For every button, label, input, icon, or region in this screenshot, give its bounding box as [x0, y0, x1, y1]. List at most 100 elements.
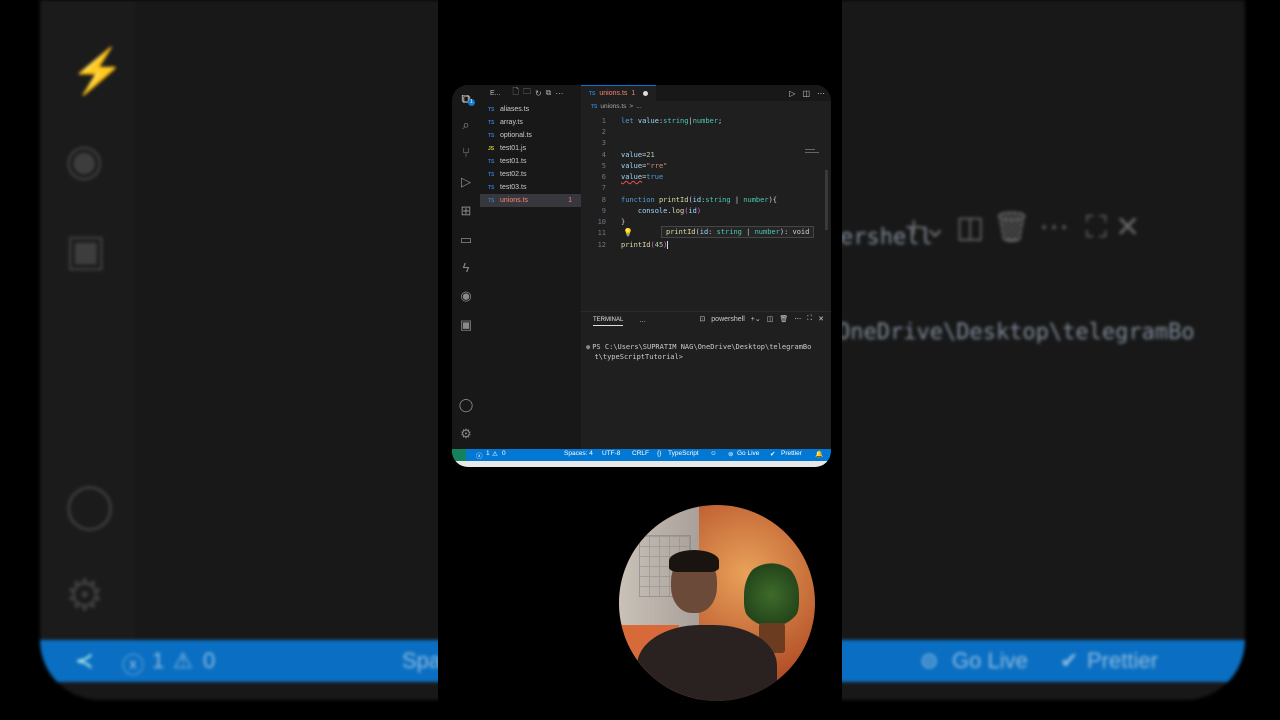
bg-errors: 1: [152, 648, 165, 673]
more-icon[interactable]: ⋯: [817, 89, 825, 98]
ts-file-icon: TS: [591, 103, 598, 110]
file-item[interactable]: TS array.ts: [480, 116, 581, 129]
panel-more-tabs[interactable]: ...: [639, 315, 646, 324]
tab-unions-ts[interactable]: TS unions.ts 1: [581, 85, 657, 102]
breadcrumb-file[interactable]: unions.ts: [600, 103, 626, 110]
ts-file-icon: TS: [589, 90, 596, 97]
run-icon[interactable]: ▷: [789, 89, 795, 98]
language-mode[interactable]: TypeScript: [668, 450, 699, 457]
ts-file-icon: TS: [488, 197, 495, 204]
warning-icon[interactable]: ⚠: [492, 450, 498, 458]
tab-bar: TS unions.ts 1 ▷ ◫ ⋯: [581, 85, 831, 102]
remote-explorer-icon[interactable]: ▭: [458, 232, 474, 248]
file-item[interactable]: TS aliases.ts: [480, 103, 581, 116]
extensions-icon[interactable]: ⊞: [458, 203, 474, 219]
tab-terminal[interactable]: TERMINAL: [593, 317, 624, 326]
file-name: test01.js: [500, 145, 527, 152]
js-file-icon: JS: [488, 145, 495, 152]
minimap[interactable]: [805, 149, 821, 157]
code-line-2: 2: [601, 128, 606, 136]
code-line-6: 6 value=true: [601, 173, 664, 181]
terminal-output[interactable]: ● PS C:\Users\SUPRATIM NAG\OneDrive\Deskt…: [581, 342, 831, 362]
webcam-plant: [744, 560, 799, 630]
source-control-icon[interactable]: ⑂: [458, 145, 474, 161]
terminal-shell-label[interactable]: powershell: [711, 316, 744, 323]
new-terminal-icon[interactable]: +⌄: [751, 315, 761, 323]
terminal-prompt-dot-icon: ●: [586, 343, 591, 351]
bg-check-icon: ✔: [1060, 648, 1079, 673]
file-item[interactable]: TS optional.ts: [480, 129, 581, 142]
bg-lightning-icon: ⚡: [70, 47, 125, 96]
search-icon[interactable]: ⌕: [458, 117, 474, 133]
thunder-client-icon[interactable]: ϟ: [458, 260, 474, 276]
editor-actions: ▷ ◫ ⋯: [789, 89, 825, 98]
webcam-person-body: [637, 625, 777, 701]
editor-scrollbar[interactable]: [825, 170, 828, 230]
file-item[interactable]: TS test03.ts: [480, 181, 581, 194]
close-panel-icon[interactable]: ✕: [818, 315, 824, 323]
code-line-3: 3: [601, 139, 606, 147]
activity-bar: ⧉ 1 ⌕ ⑂ ▷ ⊞ ▭ ϟ ◉ ▣ ◯ ⚙: [452, 85, 480, 449]
file-item[interactable]: JS test01.js: [480, 142, 581, 155]
breadcrumb-rest[interactable]: ...: [636, 103, 641, 110]
warning-count[interactable]: 0: [502, 450, 506, 457]
status-bar: ⓧ 1 ⚠ 0 Spaces: 4 UTF-8 CRLF {} TypeScri…: [452, 449, 831, 461]
lightbulb-icon[interactable]: 💡: [623, 228, 633, 237]
file-item[interactable]: TS test02.ts: [480, 168, 581, 181]
file-name: test03.ts: [500, 184, 527, 191]
bg-edge-icon: ◉: [65, 136, 104, 185]
settings-gear-icon[interactable]: ⚙: [458, 426, 474, 442]
panel-tabs: TERMINAL ... ⊡ powershell +⌄ ◫ 🗑 ⋯ ⛶ ✕: [581, 312, 831, 326]
encoding[interactable]: UTF-8: [602, 450, 620, 457]
ts-file-icon: TS: [488, 158, 495, 165]
terminal-shell-icon: ⊡: [699, 316, 706, 323]
split-editor-icon[interactable]: ◫: [802, 89, 810, 98]
go-live-button[interactable]: Go Live: [737, 450, 759, 457]
line-ending[interactable]: CRLF: [632, 450, 649, 457]
more-actions-icon[interactable]: ⋯: [555, 89, 563, 98]
prettier-button[interactable]: Prettier: [781, 450, 802, 457]
breadcrumb: TS unions.ts > ...: [581, 101, 831, 112]
explorer-header: E... 🗋 🗀 ↻ ⧉ ⋯: [480, 85, 581, 101]
window-bottom-edge: [452, 461, 831, 467]
refresh-icon[interactable]: ↻: [535, 89, 542, 98]
vscode-window: ⧉ 1 ⌕ ⑂ ▷ ⊞ ▭ ϟ ◉ ▣ ◯ ⚙ E... 🗋 🗀 ↻ ⧉ ⋯ T…: [452, 85, 831, 467]
more-icon[interactable]: ⋯: [794, 315, 801, 323]
new-folder-icon[interactable]: 🗀: [523, 86, 531, 100]
code-line-7: 7: [601, 184, 606, 192]
bg-remote-icon: ≺: [75, 648, 94, 673]
file-item[interactable]: TS test01.ts: [480, 155, 581, 168]
unsaved-dot-icon[interactable]: [643, 91, 649, 96]
copilot-icon[interactable]: ☺: [710, 450, 717, 457]
run-debug-icon[interactable]: ▷: [458, 174, 474, 190]
ts-file-icon: TS: [488, 184, 495, 191]
bg-warning-icon: ⚠: [173, 648, 193, 673]
explorer-sidebar: E... 🗋 🗀 ↻ ⧉ ⋯ TS aliases.ts TS array.ts T…: [480, 85, 582, 449]
error-icon[interactable]: ⓧ: [476, 450, 483, 460]
code-editor[interactable]: 1 let value:string|number; 2 3 4 value=21 …: [581, 116, 831, 296]
error-count[interactable]: 1: [486, 450, 490, 457]
bg-spaces: Spa: [402, 648, 442, 673]
terminal-actions: ⊡ powershell +⌄ ◫ 🗑 ⋯ ⛶ ✕: [699, 315, 824, 323]
background-activity-bar: ⚡ ◉ ▣ ◯ ⚙: [40, 0, 135, 640]
file-item-selected[interactable]: TS unions.ts 1: [480, 194, 581, 207]
trash-icon[interactable]: 🗑: [779, 315, 788, 323]
explorer-badge: 1: [468, 99, 475, 106]
ts-file-icon: TS: [488, 171, 495, 178]
new-file-icon[interactable]: 🗋: [513, 86, 519, 100]
bg-broadcast-icon: ⊚: [920, 648, 939, 673]
code-line-1: 1 let value:string|number;: [601, 117, 723, 125]
box-icon[interactable]: ▣: [458, 317, 474, 333]
account-icon[interactable]: ◯: [458, 397, 474, 413]
collapse-all-icon[interactable]: ⧉: [546, 88, 552, 98]
split-terminal-icon[interactable]: ◫: [767, 315, 774, 323]
maximize-panel-icon[interactable]: ⛶: [807, 315, 812, 323]
bg-plus-icon: +⌄ ◫ 🗑 ⋯ ⛶ ✕: [905, 211, 1141, 244]
edge-tools-icon[interactable]: ◉: [458, 288, 474, 304]
remote-indicator-icon[interactable]: [452, 449, 466, 461]
notifications-bell-icon[interactable]: 🔔: [815, 450, 823, 458]
parameter-hint-tooltip: printId(id: string | number): void: [661, 226, 815, 238]
bg-gear-icon: ⚙: [65, 571, 105, 620]
webcam-person-hair: [669, 550, 719, 572]
indentation[interactable]: Spaces: 4: [564, 450, 593, 457]
